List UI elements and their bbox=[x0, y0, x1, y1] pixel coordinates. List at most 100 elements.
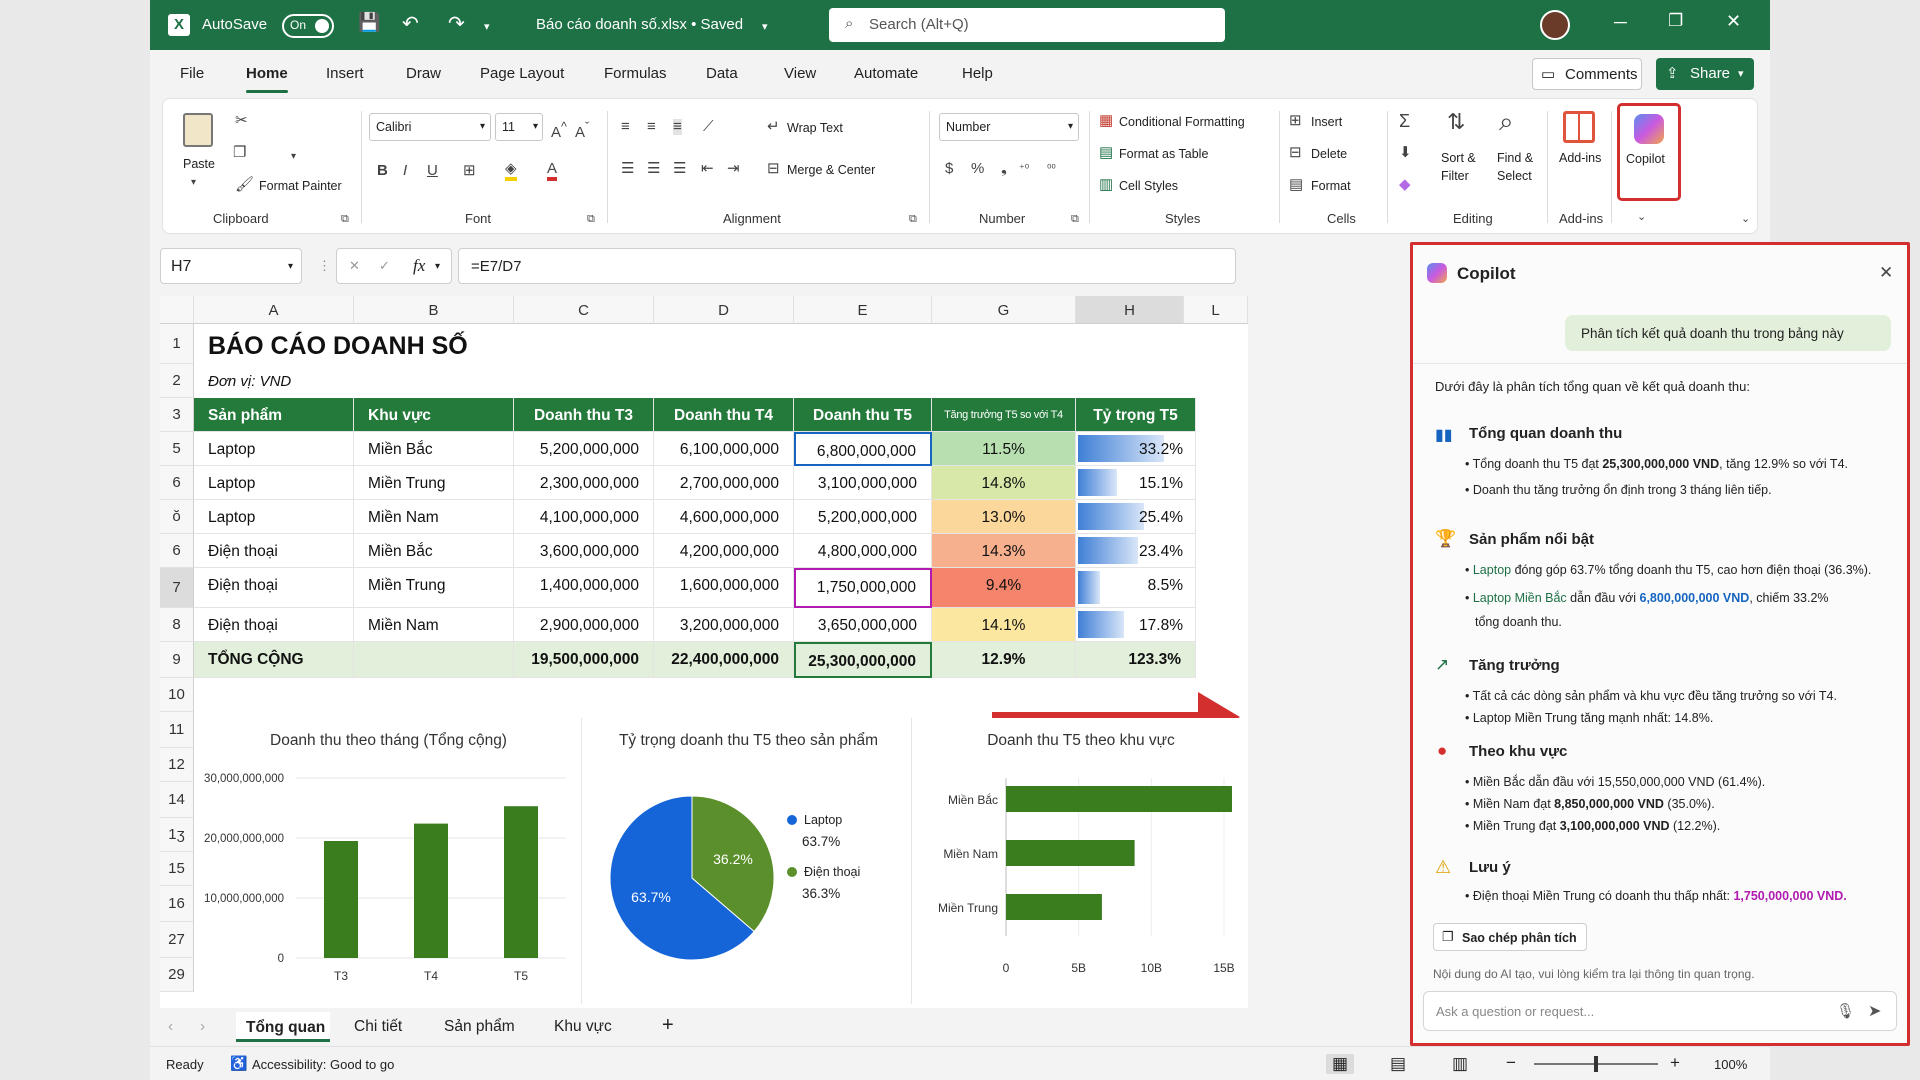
align-middle-icon[interactable]: ≡ bbox=[647, 119, 656, 135]
share-chevron-icon[interactable]: ▾ bbox=[1738, 67, 1744, 80]
clear-icon[interactable]: ◆ bbox=[1399, 177, 1411, 193]
cell-product[interactable]: Laptop bbox=[194, 432, 354, 466]
cell-share[interactable]: 17.8% bbox=[1076, 608, 1196, 642]
header-product[interactable]: Sản phẩm bbox=[194, 398, 354, 432]
alignment-launcher-icon[interactable]: ⧉ bbox=[909, 211, 917, 227]
sort-filter-icon[interactable]: ⇅ bbox=[1447, 109, 1465, 135]
cell-share[interactable]: 15.1% bbox=[1076, 466, 1196, 500]
tab-data[interactable]: Data bbox=[706, 65, 738, 82]
name-box[interactable]: H7 ▾ bbox=[160, 248, 302, 284]
total-t5[interactable]: 25,300,000,000 bbox=[794, 642, 932, 678]
find-select-label-1[interactable]: Find & bbox=[1497, 151, 1533, 165]
addins-button[interactable]: Add-ins bbox=[1559, 151, 1601, 165]
align-left-icon[interactable]: ☰ bbox=[621, 161, 634, 177]
row-header[interactable]: 3 bbox=[160, 398, 194, 432]
row-header[interactable]: ŏ bbox=[160, 500, 194, 534]
copy-icon[interactable]: ❐ bbox=[233, 145, 246, 161]
cell-t5[interactable]: 3,650,000,000 bbox=[794, 608, 932, 642]
send-icon[interactable]: ➤ bbox=[1868, 1001, 1881, 1021]
number-format-select[interactable]: Number ▾ bbox=[939, 113, 1079, 141]
normal-view-icon[interactable]: ▦ bbox=[1326, 1054, 1355, 1074]
cell-t4[interactable]: 4,200,000,000 bbox=[654, 534, 794, 568]
comma-icon[interactable]: ❟ bbox=[1001, 161, 1007, 177]
decrease-decimal-icon[interactable]: ⁰⁰ bbox=[1047, 161, 1056, 177]
orientation-icon[interactable]: ⟋ bbox=[703, 119, 714, 135]
zoom-out-icon[interactable]: − bbox=[1506, 1053, 1516, 1073]
cell-styles-icon[interactable]: ▥ bbox=[1099, 177, 1113, 193]
cell-t5[interactable]: 1,750,000,000 bbox=[794, 568, 932, 608]
cell-t5[interactable]: 3,100,000,000 bbox=[794, 466, 932, 500]
row-header[interactable]: 12 bbox=[160, 748, 194, 782]
cell-t5[interactable]: 5,200,000,000 bbox=[794, 500, 932, 534]
column-header-c[interactable]: C bbox=[514, 296, 654, 324]
undo-icon[interactable]: ↶ bbox=[402, 11, 419, 36]
row-header[interactable]: 10 bbox=[160, 678, 194, 712]
tab-help[interactable]: Help bbox=[962, 65, 993, 82]
total-share[interactable]: 123.3% bbox=[1076, 642, 1196, 678]
row-header[interactable]: 16 bbox=[160, 886, 194, 922]
cell-share[interactable]: 33.2% bbox=[1076, 432, 1196, 466]
decrease-indent-icon[interactable]: ⇤ bbox=[701, 161, 714, 177]
cell-t4[interactable]: 3,200,000,000 bbox=[654, 608, 794, 642]
row-header[interactable]: 27 bbox=[160, 922, 194, 958]
format-as-table-button[interactable]: Format as Table bbox=[1119, 147, 1208, 161]
redo-icon[interactable]: ↷ bbox=[448, 11, 465, 36]
cell-share[interactable]: 23.4% bbox=[1076, 534, 1196, 568]
sort-filter-label-2[interactable]: Filter bbox=[1441, 169, 1469, 183]
sheet-tab[interactable]: Chi tiết bbox=[354, 1018, 402, 1036]
row-header[interactable]: 6 bbox=[160, 466, 194, 500]
sheet-tab-active[interactable]: Tổng quan bbox=[236, 1012, 330, 1042]
addins-icon[interactable] bbox=[1563, 111, 1595, 143]
align-top-icon[interactable]: ≡ bbox=[621, 119, 630, 135]
paste-button[interactable]: Paste bbox=[183, 157, 215, 171]
tab-scroll-left-icon[interactable]: ‹ bbox=[168, 1018, 173, 1036]
align-bottom-icon[interactable]: ≡ bbox=[673, 119, 682, 135]
zoom-in-icon[interactable]: + bbox=[1670, 1053, 1680, 1073]
copy-analysis-button[interactable]: ❐ Sao chép phân tích bbox=[1433, 923, 1587, 951]
header-t3[interactable]: Doanh thu T3 bbox=[514, 398, 654, 432]
product-share-pie-chart[interactable]: Tỷ trọng doanh thu T5 theo sản phẩm 63.7… bbox=[586, 718, 912, 1004]
cell-t3[interactable]: 2,300,000,000 bbox=[514, 466, 654, 500]
cell-growth[interactable]: 14.1% bbox=[932, 608, 1076, 642]
close-window-icon[interactable]: ✕ bbox=[1726, 11, 1741, 32]
bold-icon[interactable]: B bbox=[377, 163, 388, 179]
qat-dropdown-icon[interactable]: ▾ bbox=[484, 20, 490, 33]
bar[interactable] bbox=[504, 806, 538, 958]
enter-icon[interactable]: ✓ bbox=[379, 258, 390, 274]
merge-center-icon[interactable]: ⊟ bbox=[767, 161, 780, 177]
copilot-ribbon-button[interactable]: Copilot bbox=[1617, 103, 1681, 201]
row-header[interactable]: 15 bbox=[160, 852, 194, 886]
column-header-h[interactable]: H bbox=[1076, 296, 1184, 324]
avatar[interactable] bbox=[1540, 10, 1570, 40]
header-growth[interactable]: Tăng trưởng T5 so với T4 bbox=[932, 398, 1076, 432]
cell-region[interactable]: Miền Nam bbox=[354, 608, 514, 642]
bar[interactable] bbox=[324, 841, 358, 958]
formula-input[interactable]: =E7/D7 bbox=[458, 248, 1236, 284]
cell-t3[interactable]: 2,900,000,000 bbox=[514, 608, 654, 642]
borders-icon[interactable]: ⊞ bbox=[463, 163, 476, 179]
select-all-corner[interactable] bbox=[160, 296, 194, 324]
file-name[interactable]: Báo cáo doanh số.xlsx • Saved bbox=[536, 16, 743, 33]
row-header[interactable]: 8 bbox=[160, 608, 194, 642]
cell-share[interactable]: 8.5% bbox=[1076, 568, 1196, 608]
zoom-level[interactable]: 100% bbox=[1714, 1057, 1747, 1072]
underline-icon[interactable]: U bbox=[427, 163, 438, 179]
row-header[interactable]: 1ʒ bbox=[160, 818, 194, 852]
column-header-a[interactable]: A bbox=[194, 296, 354, 324]
sort-filter-label-1[interactable]: Sort & bbox=[1441, 151, 1476, 165]
cell-region[interactable]: Miền Nam bbox=[354, 500, 514, 534]
tab-automate[interactable]: Automate bbox=[854, 65, 918, 82]
autosave-toggle[interactable]: On bbox=[282, 14, 334, 38]
cell-growth[interactable]: 9.4% bbox=[932, 568, 1076, 608]
tab-view[interactable]: View bbox=[784, 65, 816, 82]
comments-button[interactable]: ▭ Comments bbox=[1532, 58, 1642, 90]
tab-formulas[interactable]: Formulas bbox=[604, 65, 667, 82]
cell-share[interactable]: 25.4% bbox=[1076, 500, 1196, 534]
more-icon[interactable]: ⋮ bbox=[318, 258, 331, 274]
total-t3[interactable]: 19,500,000,000 bbox=[514, 642, 654, 678]
fill-color-icon[interactable]: ◈ bbox=[505, 161, 517, 181]
column-header-g[interactable]: G bbox=[932, 296, 1076, 324]
fill-icon[interactable]: ⬇ bbox=[1399, 145, 1412, 161]
total-growth[interactable]: 12.9% bbox=[932, 642, 1076, 678]
page-break-view-icon[interactable]: ▥ bbox=[1452, 1054, 1468, 1074]
